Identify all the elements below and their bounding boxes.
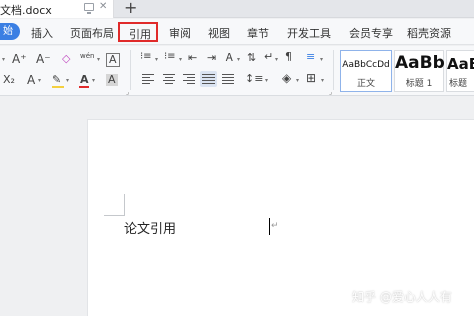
style-heading-2-sample: AaBl bbox=[447, 55, 474, 73]
style-heading-1-label: 标题 1 bbox=[405, 79, 433, 89]
numbered-list-icon[interactable]: ⁝≡ bbox=[164, 52, 176, 62]
align-left-icon[interactable] bbox=[142, 74, 154, 84]
monitor-icon bbox=[84, 3, 94, 14]
document-tab[interactable]: 文档.docx ✕ bbox=[0, 0, 114, 18]
font-color-dropdown-icon[interactable]: ▾ bbox=[92, 77, 95, 84]
menu-section[interactable]: 章节 bbox=[247, 25, 269, 41]
menu-developer-tools[interactable]: 开发工具 bbox=[287, 25, 331, 41]
paragraph-mark: ↵ bbox=[271, 221, 279, 231]
menu-bar: 始 插入 页面布局 引用 审阅 视图 章节 开发工具 会员专享 稻壳资源 bbox=[0, 19, 474, 45]
style-normal-label: 正文 bbox=[356, 79, 375, 89]
menu-member[interactable]: 会员专享 bbox=[349, 25, 393, 41]
align-center-icon[interactable] bbox=[163, 74, 175, 84]
menu-review[interactable]: 审阅 bbox=[169, 25, 191, 41]
ribbon-separator bbox=[333, 50, 334, 90]
bullet-list-icon[interactable]: ⁝≡ bbox=[140, 52, 152, 62]
menu-references: 引用 bbox=[129, 28, 151, 41]
borders-icon[interactable]: ⊞ bbox=[306, 72, 316, 84]
text-effect-icon[interactable]: A bbox=[27, 74, 35, 86]
increase-font-icon[interactable]: A⁺ bbox=[12, 53, 27, 65]
text-cursor bbox=[269, 218, 270, 235]
menu-start-tab[interactable]: 始 bbox=[0, 23, 20, 40]
new-tab-button[interactable]: + bbox=[124, 0, 137, 17]
document-workspace: 论文引用 ↵ 知乎 @爱心人人有 bbox=[0, 97, 474, 316]
align-right-icon[interactable] bbox=[183, 74, 195, 84]
highlight-dropdown-icon[interactable]: ▾ bbox=[66, 77, 69, 84]
menu-references-highlighted[interactable]: 引用 bbox=[118, 22, 158, 42]
paragraph-settings-dropdown-icon[interactable]: ▾ bbox=[320, 56, 323, 63]
sort-icon[interactable]: ⇅ bbox=[247, 52, 256, 64]
ribbon-separator bbox=[130, 50, 131, 90]
chinese-layout-icon[interactable]: Ꭺ bbox=[226, 52, 233, 64]
show-marks-icon[interactable]: ↵ bbox=[264, 51, 273, 63]
chinese-layout-dropdown-icon[interactable]: ▾ bbox=[237, 56, 240, 63]
pinyin-dropdown-icon[interactable]: ▾ bbox=[97, 56, 100, 63]
style-heading-2-label: 标题 bbox=[449, 79, 468, 89]
margin-corner-mark-horizontal bbox=[104, 215, 124, 216]
highlight-color-bar bbox=[52, 86, 64, 88]
document-body-text[interactable]: 论文引用 bbox=[124, 218, 176, 237]
style-heading-1[interactable]: AaBb 标题 1 bbox=[394, 50, 445, 92]
menu-start-label: 始 bbox=[3, 26, 13, 37]
font-size-dropdown-icon[interactable]: ▾ bbox=[2, 56, 5, 63]
text-effect-dropdown-icon[interactable]: ▾ bbox=[38, 77, 41, 84]
margin-corner-mark-vertical bbox=[124, 194, 125, 216]
shading-icon[interactable]: ◈ bbox=[282, 72, 291, 84]
decrease-indent-icon[interactable]: ⇤ bbox=[188, 52, 197, 64]
highlight-icon[interactable]: ✎ bbox=[52, 74, 61, 86]
title-bar: 文档.docx ✕ + bbox=[0, 0, 474, 18]
font-color-icon[interactable]: A bbox=[80, 74, 89, 86]
close-tab-icon[interactable]: ✕ bbox=[99, 1, 107, 12]
bullet-list-dropdown-icon[interactable]: ▾ bbox=[155, 56, 158, 63]
borders-dropdown-icon[interactable]: ▾ bbox=[321, 77, 324, 84]
zhihu-watermark: 知乎 @爱心人人有 bbox=[352, 290, 452, 304]
style-heading-1-sample: AaBb bbox=[395, 53, 445, 73]
subscript-icon[interactable]: X₂ bbox=[3, 74, 15, 86]
style-normal[interactable]: AaBbCcDd 正文 bbox=[340, 50, 392, 92]
document-tab-title: 文档.docx bbox=[0, 4, 52, 17]
paragraph-mark-icon[interactable]: ¶ bbox=[285, 51, 292, 63]
paragraph-settings-icon[interactable]: ≡ bbox=[306, 51, 315, 63]
line-spacing-icon[interactable]: ↕≡ bbox=[245, 73, 263, 85]
line-spacing-dropdown-icon[interactable]: ▾ bbox=[265, 77, 268, 84]
menu-insert[interactable]: 插入 bbox=[31, 25, 53, 41]
justify-icon[interactable] bbox=[200, 71, 217, 87]
shading-dropdown-icon[interactable]: ▾ bbox=[296, 77, 299, 84]
menu-page-layout[interactable]: 页面布局 bbox=[70, 25, 114, 41]
menu-view[interactable]: 视图 bbox=[208, 25, 230, 41]
style-normal-sample: AaBbCcDd bbox=[342, 60, 390, 70]
distributed-align-icon[interactable] bbox=[222, 74, 234, 84]
clear-format-icon[interactable]: ◇ bbox=[62, 53, 70, 65]
char-border-icon[interactable]: A bbox=[106, 53, 120, 67]
char-shading-icon[interactable]: A bbox=[106, 74, 118, 86]
decrease-font-icon[interactable]: A⁻ bbox=[36, 53, 51, 65]
increase-indent-icon[interactable]: ⇥ bbox=[207, 52, 216, 64]
ribbon-toolbar: ▾ A⁺ A⁻ ◇ wén ▾ A X₂ A ▾ ✎ ▾ A ▾ A ⁝≡ ▾ … bbox=[0, 46, 474, 96]
style-heading-2[interactable]: AaBl 标题 bbox=[446, 50, 474, 92]
pinyin-guide-icon[interactable]: wén bbox=[80, 50, 94, 62]
numbered-list-dropdown-icon[interactable]: ▾ bbox=[179, 56, 182, 63]
show-marks-dropdown-icon[interactable]: ▾ bbox=[275, 56, 278, 63]
font-color-bar bbox=[79, 86, 89, 88]
menu-docer-resources[interactable]: 稻壳资源 bbox=[407, 25, 451, 41]
